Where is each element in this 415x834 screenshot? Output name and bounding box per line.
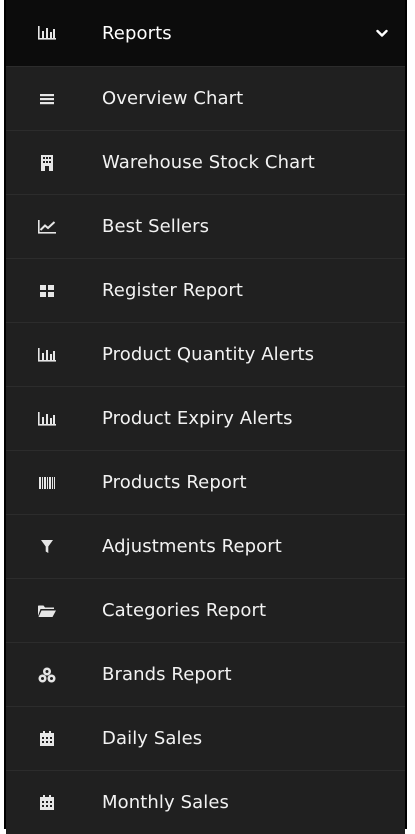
menu-item-products-report[interactable]: Products Report — [6, 450, 405, 514]
menu-item-label: Warehouse Stock Chart — [102, 152, 315, 173]
menu-item-overview-chart[interactable]: Overview Chart — [6, 66, 405, 130]
filter-icon — [36, 536, 58, 558]
menu-item-label: Product Expiry Alerts — [102, 408, 293, 429]
cubes-icon — [36, 664, 58, 686]
bar-chart-icon — [36, 344, 58, 366]
menu-item-label: Products Report — [102, 472, 247, 493]
menu-item-product-quantity-alerts[interactable]: Product Quantity Alerts — [6, 322, 405, 386]
barcode-icon — [36, 472, 58, 494]
building-icon — [36, 152, 58, 174]
menu-item-label: Overview Chart — [102, 88, 244, 109]
menu-item-label: Monthly Sales — [102, 792, 230, 813]
bar-chart-icon — [36, 408, 58, 430]
menu-item-label: Daily Sales — [102, 728, 203, 749]
folder-open-icon — [36, 600, 58, 622]
menu-item-adjustments-report[interactable]: Adjustments Report — [6, 514, 405, 578]
chevron-down-icon[interactable] — [373, 24, 391, 42]
menu-item-label: Brands Report — [102, 664, 232, 685]
menu-item-best-sellers[interactable]: Best Sellers — [6, 194, 405, 258]
bar-chart-icon — [36, 22, 58, 44]
menu-item-label: Product Quantity Alerts — [102, 344, 315, 365]
menu-item-monthly-sales[interactable]: Monthly Sales — [6, 770, 405, 834]
calendar-icon — [36, 792, 58, 814]
list-icon — [36, 88, 58, 110]
menu-item-label: Adjustments Report — [102, 536, 282, 557]
line-chart-icon — [36, 216, 58, 238]
menu-item-warehouse-stock-chart[interactable]: Warehouse Stock Chart — [6, 130, 405, 194]
reports-menu-title: Reports — [102, 22, 172, 44]
menu-item-daily-sales[interactable]: Daily Sales — [6, 706, 405, 770]
calendar-icon — [36, 728, 58, 750]
grid-icon — [36, 280, 58, 302]
menu-item-label: Register Report — [102, 280, 243, 301]
reports-menu: Reports Overview Chart Warehouse Stock C… — [4, 0, 407, 834]
menu-item-label: Categories Report — [102, 600, 267, 621]
menu-item-register-report[interactable]: Register Report — [6, 258, 405, 322]
menu-item-label: Best Sellers — [102, 216, 210, 237]
menu-item-product-expiry-alerts[interactable]: Product Expiry Alerts — [6, 386, 405, 450]
reports-menu-header[interactable]: Reports — [6, 0, 405, 66]
menu-item-brands-report[interactable]: Brands Report — [6, 642, 405, 706]
menu-item-categories-report[interactable]: Categories Report — [6, 578, 405, 642]
